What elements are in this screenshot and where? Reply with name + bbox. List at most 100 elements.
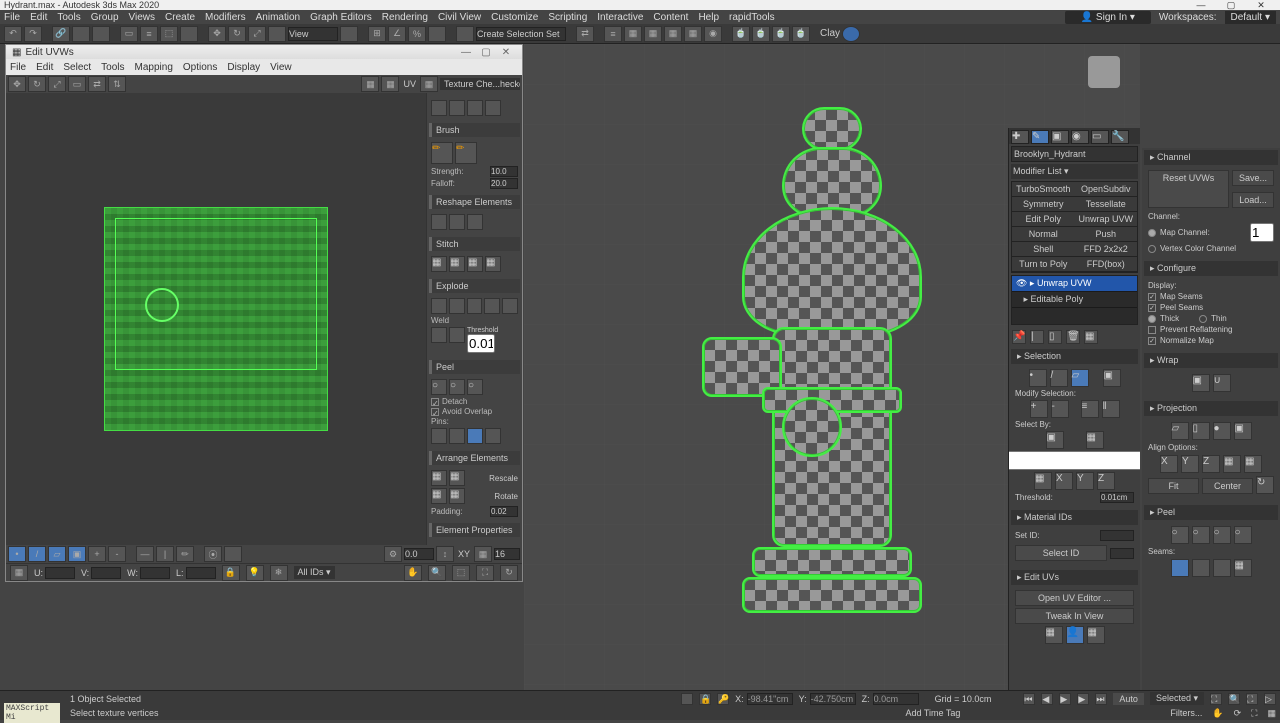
center-button[interactable]: Center [1202,478,1253,494]
selby-4[interactable]: Z [1097,472,1115,490]
peel-header[interactable]: Peel [429,360,520,374]
uv-menu-select[interactable]: Select [63,62,91,73]
falloff-input[interactable] [490,178,518,189]
menu-views[interactable]: Views [129,12,156,23]
uv-xy-label[interactable]: XY [456,549,472,559]
uv-zoom-button[interactable]: 🔍 [428,565,446,581]
time-start[interactable]: ⏮ [1023,693,1035,705]
quickmap-1[interactable]: ▦ [1045,626,1063,644]
pin-2[interactable] [449,428,465,444]
key-filter-dropdown[interactable]: Selected ▾ [1150,692,1204,705]
avoid-overlap-check[interactable]: ✓ [431,408,439,416]
uv-checker-button[interactable]: ▦ [381,76,399,92]
modifier-list-dropdown[interactable]: Modifier List ▾ [1011,164,1138,179]
l-input[interactable] [186,567,216,579]
vp-fov[interactable]: ▷ [1264,693,1276,705]
mod-ffdbox[interactable]: FFD(box) [1075,257,1138,272]
mod-editpoly[interactable]: Edit Poly [1012,212,1075,227]
proj-planar[interactable]: ▱ [1171,422,1189,440]
pivot-button[interactable] [340,26,358,42]
thin-radio[interactable] [1199,315,1207,323]
fp-peel-4[interactable]: ○ [1234,526,1252,544]
uv-grow-button[interactable]: + [88,546,106,562]
angle-snap-button[interactable]: ∠ [388,26,406,42]
uv-minimize-button[interactable]: — [456,47,476,58]
show-result-button[interactable]: | [1030,330,1044,344]
uv-maximize-button[interactable]: ▢ [476,47,496,58]
vp-max[interactable]: ⛶ [1251,708,1257,719]
edit-uvws-titlebar[interactable]: ▦ Edit UVWs — ▢ ✕ [6,45,522,59]
uv-edge-mode[interactable]: / [28,546,46,562]
brush-header[interactable]: Brush [429,123,520,137]
material-editor-button[interactable]: ◉ [704,26,722,42]
uv-menu-edit[interactable]: Edit [36,62,53,73]
modify-tab[interactable]: ✎ [1031,130,1049,144]
vp-zoom-all[interactable]: ⛶ [1246,693,1258,705]
window-crossing-button[interactable] [180,26,198,42]
ref-coord-dropdown[interactable] [288,27,338,41]
explode-header[interactable]: Explode [429,279,520,293]
wrap-1[interactable]: ▣ [1192,374,1210,392]
uv-grid-snap-button[interactable]: ▦ [474,546,492,562]
mod-opensubdiv[interactable]: OpenSubdiv [1075,182,1138,197]
thick-radio[interactable] [1148,315,1156,323]
threshold-input[interactable] [467,334,495,353]
menu-tools[interactable]: Tools [57,12,80,23]
menu-help[interactable]: Help [698,12,719,23]
reshape-2[interactable] [449,214,465,230]
unlink-button[interactable] [72,26,90,42]
projection-header[interactable]: ▸ Projection [1144,401,1278,416]
uv-face-mode[interactable]: ▱ [48,546,66,562]
uv-menu-view[interactable]: View [270,62,292,73]
uv-freeform-button[interactable]: ▭ [68,76,86,92]
vp-max2[interactable]: ▦ [1267,708,1276,719]
uv-qt-2[interactable] [449,100,465,116]
menu-create[interactable]: Create [165,12,195,23]
selby-smg-button[interactable]: ▦ [1086,431,1104,449]
time-tag[interactable]: Add Time Tag [906,708,961,718]
uv-menu-tools[interactable]: Tools [101,62,124,73]
uv-ring-button[interactable]: — [136,546,154,562]
proj-sphere[interactable]: ● [1213,422,1231,440]
hierarchy-tab[interactable]: ▣ [1051,130,1069,144]
mapseams-check[interactable]: ✓ [1148,293,1156,301]
uv-vert-mode[interactable]: • [8,546,26,562]
uv-texture-dropdown[interactable]: Texture Che...hecker.png) [440,78,520,90]
menu-scripting[interactable]: Scripting [548,12,587,23]
configure-header[interactable]: ▸ Configure [1144,261,1278,276]
w-input[interactable] [140,567,170,579]
mod-turbosmooth[interactable]: TurboSmooth [1012,182,1075,197]
layer-explorer-button[interactable]: ▦ [624,26,642,42]
uv-menu-options[interactable]: Options [183,62,217,73]
remove-mod-button[interactable]: 🗑 [1066,330,1080,344]
motion-tab[interactable]: ◉ [1071,130,1089,144]
reshape-1[interactable] [431,214,447,230]
uv-light-button[interactable]: 💡 [246,565,264,581]
render-last-button[interactable]: 🍵 [792,26,810,42]
menu-interactive[interactable]: Interactive [597,12,643,23]
sign-in-button[interactable]: 👤 Sign In ▾ [1065,11,1151,24]
uv-grid-button[interactable]: ▦ [361,76,379,92]
spinner-snap-button[interactable] [428,26,446,42]
uv-ids-dropdown[interactable]: All IDs ▾ [294,566,335,579]
y-input[interactable] [810,693,856,705]
channel-header[interactable]: ▸ Channel [1144,150,1278,165]
prevent-check[interactable] [1148,326,1156,334]
arrange-header[interactable]: Arrange Elements [429,451,520,465]
vp-min[interactable]: ⛶ [1210,693,1222,705]
vcol-radio[interactable] [1148,245,1156,253]
configure-sets-button[interactable]: ▦ [1084,330,1098,344]
selby-3[interactable]: Y [1076,472,1094,490]
key-filters[interactable]: Filters... [1170,708,1202,718]
menu-civilview[interactable]: Civil View [438,12,481,23]
explode-2[interactable] [449,298,465,314]
explode-4[interactable] [484,298,500,314]
wrap-2[interactable]: ∪ [1213,374,1231,392]
render-frame-button[interactable]: 🍵 [752,26,770,42]
time-play[interactable]: ▶ [1059,693,1071,705]
select-region-button[interactable]: ⬚ [160,26,178,42]
uv-elem-mode[interactable]: ▣ [68,546,86,562]
uv-zoom-extents-button[interactable]: ⛶ [476,565,494,581]
pin-stack-button[interactable]: 📌 [1012,330,1026,344]
stitch-3[interactable]: ▦ [467,256,483,272]
